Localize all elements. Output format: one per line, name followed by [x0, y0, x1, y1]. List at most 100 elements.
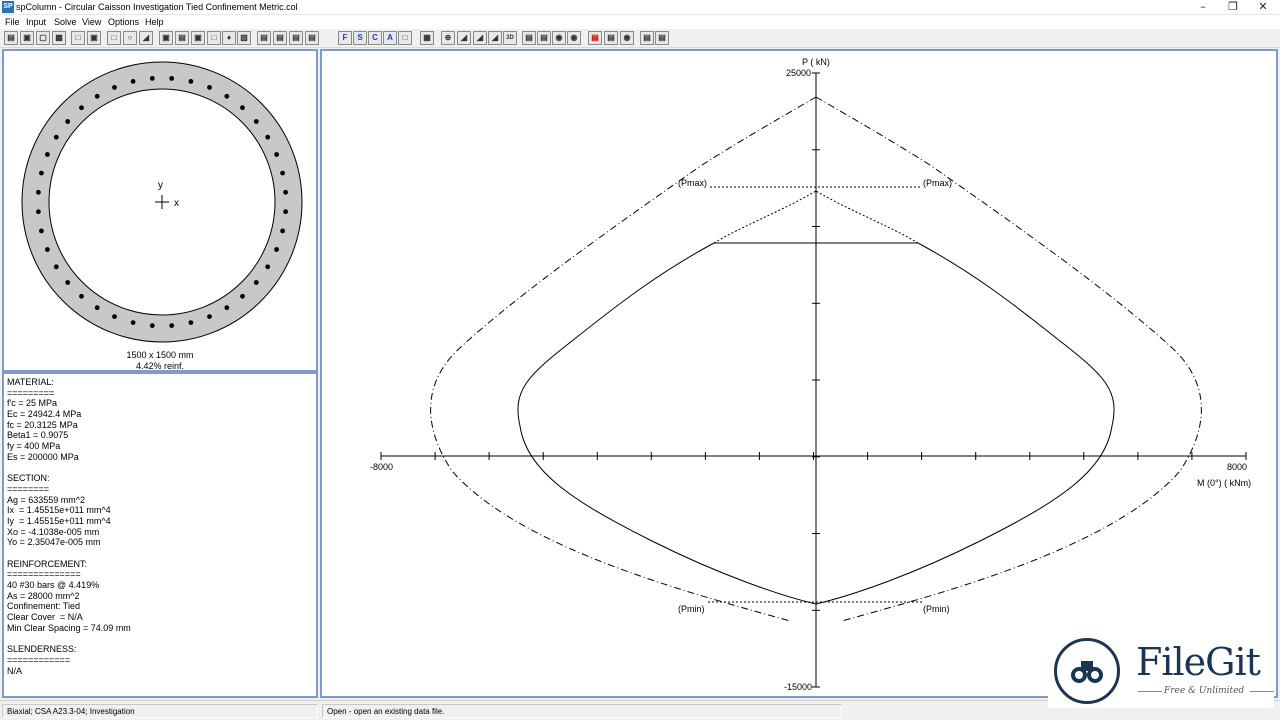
diagram-2d-icon[interactable]: ◢ — [457, 31, 471, 45]
rebar — [45, 247, 50, 252]
title-bar[interactable]: SP spColumn - Circular Caisson Investiga… — [0, 0, 1280, 15]
rebar — [274, 152, 279, 157]
transition-right — [815, 190, 919, 244]
print-preview-icon[interactable]: ▢ — [36, 31, 50, 45]
diagram-pm-icon[interactable]: ◢ — [473, 31, 487, 45]
about-icon[interactable]: ▤ — [655, 31, 669, 45]
rebar — [265, 264, 271, 270]
rebar — [169, 323, 175, 328]
rebar — [65, 280, 71, 285]
reinforcement-all-sides-icon[interactable]: ▣ — [159, 31, 173, 45]
irregular-section-icon[interactable]: ◢ — [139, 31, 153, 45]
rebar — [79, 293, 84, 299]
binoculars-icon — [1071, 661, 1103, 683]
menu-view[interactable]: View — [82, 16, 101, 28]
rebar — [253, 119, 259, 124]
property-line — [7, 548, 131, 559]
property-line: Confinement: Tied — [7, 601, 81, 612]
service-button[interactable]: S — [353, 31, 367, 45]
diagram-3d-button[interactable]: 3D — [503, 31, 517, 45]
help-icon[interactable]: ▤ — [640, 31, 654, 45]
factored-button[interactable]: F — [338, 31, 352, 45]
design-curve-left — [517, 242, 817, 605]
axial-max-label: 25000 — [786, 68, 811, 78]
rebar — [188, 320, 194, 325]
rebar — [188, 79, 194, 84]
solve-icon[interactable]: ▦ — [420, 31, 434, 45]
view-results-icon[interactable]: ▤ — [522, 31, 536, 45]
rectangular-section-icon[interactable]: □ — [107, 31, 121, 45]
options-icon[interactable]: ◉ — [620, 31, 634, 45]
general-info-icon[interactable]: □ — [71, 31, 85, 45]
material-props-icon[interactable]: ▣ — [87, 31, 101, 45]
property-line: fy = 400 MPa — [7, 441, 61, 452]
close-icon[interactable]: ✕ — [1246, 0, 1280, 14]
properties-text: MATERIAL: ========= f'c = 25 MPa Ec = 24942… — [7, 377, 131, 676]
property-line: Es = 200000 MPa — [7, 451, 79, 462]
menu-bar: File Input Solve View Options Help — [0, 15, 1280, 29]
rebar — [53, 264, 59, 270]
properties-panel[interactable]: MATERIAL: ========= f'c = 25 MPa Ec = 24942… — [2, 372, 318, 698]
confinement-icon[interactable]: □ — [207, 31, 221, 45]
interaction-diagram-panel[interactable]: P ( kN) 25000 -15000 -8000 8000 M (0°) (… — [320, 49, 1278, 698]
menu-input[interactable]: Input — [26, 16, 46, 28]
diagram-mm-icon[interactable]: ◢ — [488, 31, 502, 45]
filegit-watermark: FileGit Free & Unlimited — [1048, 630, 1274, 708]
slenderness-icon[interactable]: ▧ — [237, 31, 251, 45]
control-button[interactable]: C — [368, 31, 382, 45]
rebar — [94, 305, 100, 311]
window-title: spColumn - Circular Caisson Investigatio… — [16, 2, 298, 12]
rebar — [39, 170, 44, 176]
status-hint: Open - open an existing data file. — [322, 704, 842, 718]
toolbar: ▤ ▣ ▢ ▩ □ ▣ □ ○ ◢ ▣ ▤ ▣ □ ♦ ▧ ▤ ▤ ▤ ▤ F … — [0, 29, 1280, 48]
rebar — [94, 93, 100, 99]
reinforcement-irregular-icon[interactable]: ▣ — [191, 31, 205, 45]
save-icon[interactable]: ▣ — [20, 31, 34, 45]
tagline-rule-left — [1138, 691, 1162, 692]
zoom-icon[interactable]: ⊕ — [441, 31, 455, 45]
pmin-right-label: (Pmin) — [923, 604, 950, 614]
nominal-curve-left — [430, 96, 817, 622]
menu-options[interactable]: Options — [108, 16, 139, 28]
property-line: Iy = 1.45515e+011 mm^4 — [7, 515, 111, 526]
axial-min-label: -15000 — [784, 682, 812, 692]
axial-loads-icon[interactable]: ▤ — [289, 31, 303, 45]
factored-loads-icon[interactable]: ▤ — [257, 31, 271, 45]
report-icon[interactable]: ▤ — [588, 31, 602, 45]
export-icon[interactable]: ▤ — [604, 31, 618, 45]
bug-check-icon[interactable]: ◉ — [552, 31, 566, 45]
circular-section-icon[interactable]: ○ — [123, 31, 137, 45]
menu-solve[interactable]: Solve — [54, 16, 77, 28]
property-line: Clear Cover = N/A — [7, 612, 83, 623]
property-line — [7, 463, 131, 474]
loads-icon[interactable]: ♦ — [222, 31, 236, 45]
property-line: SLENDERNESS: — [7, 644, 77, 655]
reinforcement-sides-icon[interactable]: ▤ — [175, 31, 189, 45]
section-drawing: y x — [21, 61, 303, 343]
rebar — [112, 85, 117, 90]
section-reinforcement-ratio: 4.42% reinf. — [135, 361, 185, 371]
minimize-icon[interactable]: – — [1186, 0, 1220, 14]
section-view-icon[interactable]: ▤ — [537, 31, 551, 45]
moment-icon[interactable]: □ — [398, 31, 412, 45]
menu-file[interactable]: File — [5, 16, 20, 28]
nominal-curve-right — [815, 96, 1202, 622]
property-line: As = 28000 mm^2 — [7, 590, 80, 601]
pmin-left-label: (Pmin) — [678, 604, 705, 614]
rebar — [53, 134, 59, 140]
status-mode: Biaxial; CSA A23.3-04; Investigation — [2, 704, 318, 718]
property-line: Yo = 2.35047e-005 mm — [7, 537, 101, 548]
service-loads-icon[interactable]: ▤ — [273, 31, 287, 45]
axial-button[interactable]: A — [383, 31, 397, 45]
section-view-panel[interactable]: y x 1500 x 1500 mm 4.42% reinf. — [2, 49, 318, 372]
property-line: Xo = -4.1038e-005 mm — [7, 526, 100, 537]
property-line: ========= — [7, 387, 55, 398]
print-icon[interactable]: ▩ — [52, 31, 66, 45]
property-line: Ec = 24942.4 MPa — [7, 409, 82, 420]
rebar — [280, 170, 285, 176]
settings-icon[interactable]: ◉ — [567, 31, 581, 45]
control-points-icon[interactable]: ▤ — [305, 31, 319, 45]
menu-help[interactable]: Help — [145, 16, 164, 28]
restore-icon[interactable]: ❐ — [1216, 0, 1250, 14]
open-file-icon[interactable]: ▤ — [4, 31, 18, 45]
